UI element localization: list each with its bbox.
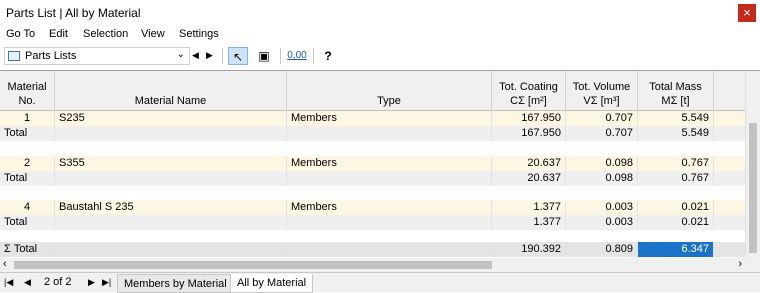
col-material-no: Material No. [0, 71, 55, 111]
col-type: Type [287, 71, 492, 111]
col-volume: Tot. Volume VΣ [m³] [566, 71, 638, 111]
selected-cell: 6.347 [638, 242, 714, 257]
table-row-total[interactable]: Total 167.950 0.707 5.549 [0, 126, 745, 141]
vertical-scrollbar[interactable] [745, 71, 760, 258]
table-row[interactable]: 4 Baustahl S 235 Members 1.377 0.003 0.0… [0, 200, 745, 215]
toolbar: Parts Lists ⌄ ◀ ▶ ↖ ▣ 0,00 ? [0, 44, 760, 68]
tab-members-by-material[interactable]: Members by Material [117, 274, 234, 293]
combo-label: Parts Lists [25, 50, 77, 62]
menu-selection[interactable]: Selection [83, 28, 128, 40]
parts-table: Material No. Material Name Type Tot. Coat… [0, 70, 760, 258]
scroll-thumb[interactable] [14, 261, 492, 269]
next-icon[interactable]: ▶ [206, 50, 213, 61]
next-page-icon[interactable]: ▶ [88, 277, 95, 288]
table-row-total[interactable]: Total 1.377 0.003 0.021 [0, 215, 745, 230]
list-icon [8, 51, 20, 61]
close-button[interactable]: × [738, 4, 756, 22]
col-coating: Tot. Coating CΣ [m²] [492, 71, 566, 111]
previous-icon[interactable]: ◀ [192, 50, 199, 61]
parts-list-combo[interactable]: Parts Lists ⌄ [4, 47, 190, 65]
table-row[interactable]: 2 S355 Members 20.637 0.098 0.767 [0, 156, 745, 171]
table-header: Material No. Material Name Type Tot. Coat… [0, 71, 745, 111]
horizontal-scrollbar[interactable]: ‹ › [0, 258, 760, 272]
first-page-icon[interactable]: |◀ [4, 277, 13, 288]
menu-go-to[interactable]: Go To [6, 28, 35, 40]
col-material-name: Material Name [55, 71, 287, 111]
menu-settings[interactable]: Settings [179, 28, 219, 40]
table-row-grand-total[interactable]: Σ Total 190.392 0.809 6.347 [0, 242, 745, 257]
menu-view[interactable]: View [141, 28, 165, 40]
chevron-down-icon[interactable]: ⌄ [177, 49, 185, 60]
separator [313, 48, 314, 64]
tab-all-by-material[interactable]: All by Material [230, 274, 314, 293]
col-mass: Total Mass MΣ [t] [638, 71, 714, 111]
select-pointer-icon[interactable]: ↖ [228, 47, 248, 65]
scroll-thumb[interactable] [749, 123, 757, 253]
menu-bar: Go To Edit Selection View Settings [0, 26, 760, 44]
scroll-left-icon[interactable]: ‹ [3, 258, 7, 270]
help-icon[interactable]: ? [318, 47, 338, 65]
page-indicator: 2 of 2 [44, 276, 72, 288]
table-row[interactable]: 1 S235 Members 167.950 0.707 5.549 [0, 111, 745, 126]
window-title: Parts List | All by Material [6, 6, 141, 20]
export-icon[interactable]: ▣ [254, 47, 274, 65]
table-row-total[interactable]: Total 20.637 0.098 0.767 [0, 171, 745, 186]
col-blank [714, 71, 745, 111]
separator [280, 48, 281, 64]
sheet-tabs: |◀ ◀ 2 of 2 ▶ ▶| Members by Material All… [0, 272, 760, 293]
title-bar: Parts List | All by Material × [0, 0, 760, 26]
previous-page-icon[interactable]: ◀ [24, 277, 31, 288]
last-page-icon[interactable]: ▶| [102, 277, 111, 288]
menu-edit[interactable]: Edit [49, 28, 68, 40]
separator [222, 48, 223, 64]
scroll-right-icon[interactable]: › [738, 258, 742, 270]
decimals-icon[interactable]: 0,00 [285, 47, 309, 65]
